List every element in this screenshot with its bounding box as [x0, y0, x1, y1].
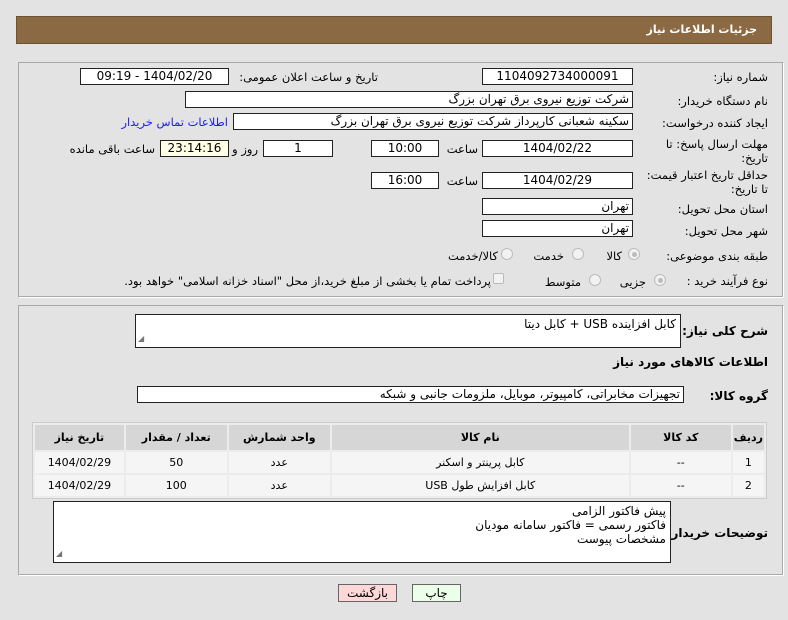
- announce-field: 1404/02/20 - 09:19: [80, 68, 229, 85]
- summary-textarea[interactable]: کابل افزاینده USB + کابل دیتا ◢: [135, 314, 681, 348]
- creator-label: ایجاد کننده درخواست:: [662, 116, 768, 130]
- creator-field: سکینه شعبانی کارپرداز شرکت توزیع نیروی ب…: [233, 113, 633, 130]
- province-label: استان محل تحویل:: [677, 202, 768, 216]
- buyer-notes-label: توضیحات خریدار:: [666, 526, 768, 540]
- remaining-time-field: 23:14:16: [160, 140, 229, 157]
- page-header: جزئیات اطلاعات نیاز: [16, 16, 772, 44]
- province-field: تهران: [482, 198, 633, 215]
- notes-line: فاکتور رسمی = فاکتور سامانه مودیان: [475, 518, 666, 532]
- summary-text: کابل افزاینده USB + کابل دیتا: [524, 317, 676, 331]
- deadline-time-label: ساعت: [446, 142, 478, 156]
- print-button[interactable]: چاپ: [412, 584, 461, 602]
- cell-qty: 100: [125, 475, 227, 496]
- table-row: 2 -- کابل افزایش طول USB عدد 100 1404/02…: [35, 475, 764, 496]
- col-date: تاریخ نیاز: [35, 425, 124, 450]
- cell-name: کابل افزایش طول USB: [331, 475, 629, 496]
- col-name: نام کالا: [331, 425, 629, 450]
- notes-line: مشخصات پیوست: [576, 532, 666, 546]
- col-qty: تعداد / مقدار: [125, 425, 227, 450]
- cell-date: 1404/02/29: [35, 452, 124, 473]
- table-row: 1 -- کابل پرینتر و اسکنر عدد 50 1404/02/…: [35, 452, 764, 473]
- page-title: جزئیات اطلاعات نیاز: [646, 23, 758, 36]
- back-button[interactable]: بازگشت: [338, 584, 397, 602]
- city-field: تهران: [482, 220, 633, 237]
- payment-note: پرداخت تمام یا بخشی از مبلغ خرید،از محل …: [124, 274, 491, 288]
- col-unit: واحد شمارش: [228, 425, 330, 450]
- buyer-field: شرکت توزیع نیروی برق تهران بزرگ: [185, 91, 633, 108]
- purchase-option-medium: متوسط: [544, 275, 581, 289]
- cell-row: 1: [732, 452, 764, 473]
- summary-label: شرح کلی نیاز:: [682, 324, 768, 338]
- days-field: 1: [263, 140, 333, 157]
- validity-time-label: ساعت: [446, 174, 478, 188]
- buyer-notes-textarea[interactable]: پیش فاکتور الزامی فاکتور رسمی = فاکتور س…: [53, 501, 671, 563]
- city-label: شهر محل تحویل:: [684, 224, 768, 238]
- col-code: کد کالا: [630, 425, 731, 450]
- remaining-label: ساعت باقی مانده: [69, 142, 155, 156]
- validity-label-2: تا تاریخ:: [730, 182, 768, 196]
- category-option-service: خدمت: [533, 249, 564, 263]
- need-number-field: 1104092734000091: [482, 68, 633, 85]
- cell-name: کابل پرینتر و اسکنر: [331, 452, 629, 473]
- purchase-radio-minor[interactable]: [654, 274, 666, 286]
- purchase-type-label: نوع فرآیند خرید :: [686, 274, 768, 288]
- cell-qty: 50: [125, 452, 227, 473]
- goods-group-label: گروه کالا:: [709, 389, 768, 403]
- goods-group-field: تجهیزات مخابراتی، کامپیوتر، موبایل، ملزو…: [137, 386, 684, 403]
- validity-date-field: 1404/02/29: [482, 172, 633, 189]
- cell-date: 1404/02/29: [35, 475, 124, 496]
- resize-grip-icon[interactable]: ◢: [56, 547, 62, 561]
- category-radio-both[interactable]: [501, 248, 513, 260]
- contact-buyer-link[interactable]: اطلاعات تماس خریدار: [121, 115, 228, 129]
- cell-unit: عدد: [228, 452, 330, 473]
- cell-code: --: [630, 475, 731, 496]
- announce-label: تاریخ و ساعت اعلان عمومی:: [239, 70, 378, 84]
- table-header-row: ردیف کد کالا نام کالا واحد شمارش تعداد /…: [35, 425, 764, 450]
- col-row: ردیف: [732, 425, 764, 450]
- goods-table: ردیف کد کالا نام کالا واحد شمارش تعداد /…: [32, 422, 767, 499]
- notes-line: پیش فاکتور الزامی: [572, 504, 666, 518]
- deadline-time-field: 10:00: [371, 140, 439, 157]
- purchase-radio-medium[interactable]: [589, 274, 601, 286]
- cell-code: --: [630, 452, 731, 473]
- deadline-label: مهلت ارسال پاسخ: تا: [665, 137, 768, 151]
- deadline-label-2: تاریخ:: [741, 151, 768, 165]
- purchase-option-minor: جزیی: [619, 275, 646, 289]
- category-option-both: کالا/خدمت: [447, 249, 498, 263]
- validity-time-field: 16:00: [371, 172, 439, 189]
- treasury-payment-checkbox[interactable]: [493, 273, 504, 284]
- validity-label: حداقل تاریخ اعتبار قیمت:: [646, 168, 768, 182]
- cell-unit: عدد: [228, 475, 330, 496]
- goods-section-title: اطلاعات کالاهای مورد نیاز: [613, 355, 768, 369]
- days-label: روز و: [232, 142, 258, 156]
- cell-row: 2: [732, 475, 764, 496]
- resize-grip-icon[interactable]: ◢: [138, 332, 144, 346]
- category-label: طبقه بندی موضوعی:: [666, 249, 768, 263]
- category-radio-service[interactable]: [572, 248, 584, 260]
- deadline-date-field: 1404/02/22: [482, 140, 633, 157]
- category-radio-goods[interactable]: [628, 248, 640, 260]
- category-option-goods: کالا: [606, 249, 622, 263]
- buyer-label: نام دستگاه خریدار:: [677, 94, 768, 108]
- need-number-label: شماره نیاز:: [713, 70, 768, 84]
